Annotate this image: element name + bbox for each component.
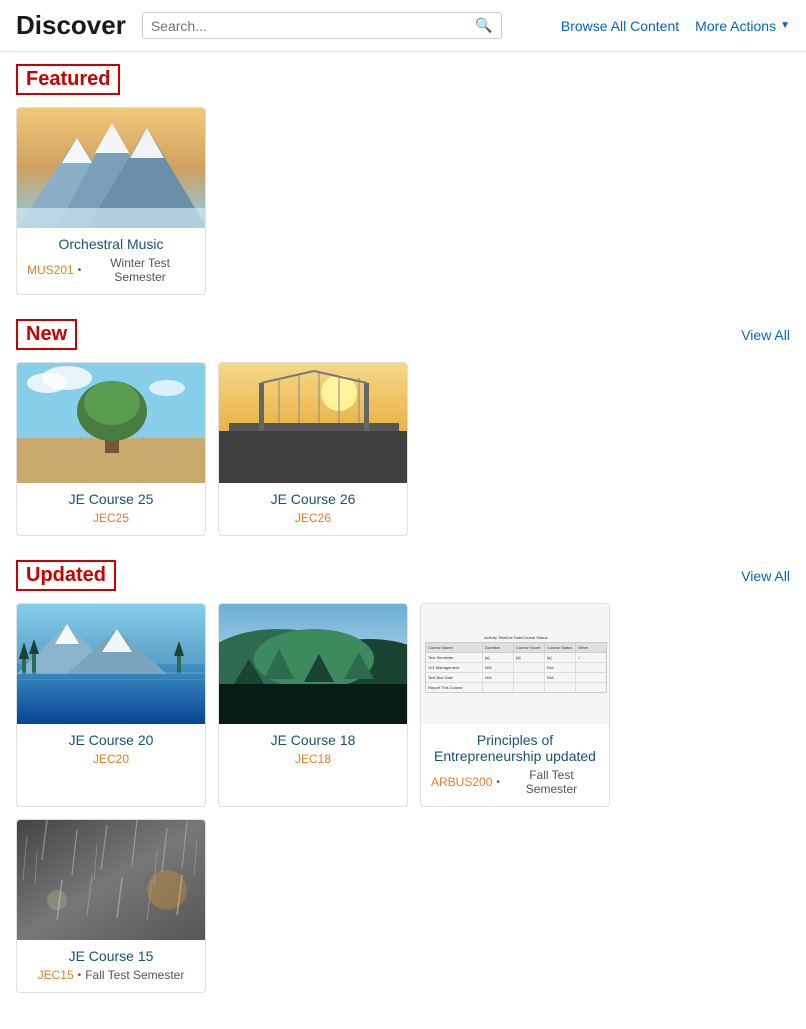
- card-semester-je15: Fall Test Semester: [85, 968, 184, 982]
- new-title: New: [16, 319, 77, 350]
- rain-image: [17, 820, 206, 940]
- card-image-je18: [219, 604, 408, 724]
- tree-image: [17, 363, 206, 483]
- card-code-je15: JEC15: [38, 968, 74, 982]
- card-info-je15: JE Course 15 JEC15 • Fall Test Semester: [17, 940, 205, 992]
- meta-dot: •: [78, 970, 82, 981]
- updated-section-header: Updated View All: [16, 560, 790, 591]
- card-meta-orchestral-music: MUS201 • Winter Test Semester: [27, 256, 195, 284]
- card-title-je25: JE Course 25: [27, 491, 195, 507]
- card-je-course-25[interactable]: JE Course 25 JEC25: [16, 362, 206, 536]
- card-title-je20: JE Course 20: [27, 732, 195, 748]
- updated-view-all-link[interactable]: View All: [741, 568, 790, 584]
- card-meta-je26: JEC26: [229, 511, 397, 525]
- new-cards-row: JE Course 25 JEC25: [16, 362, 790, 536]
- card-code-principles: ARBUS200: [431, 775, 492, 789]
- meta-dot: •: [78, 265, 82, 276]
- card-title-orchestral-music: Orchestral Music: [27, 236, 195, 252]
- chevron-down-icon: ▼: [780, 20, 790, 31]
- card-info-orchestral-music: Orchestral Music MUS201 • Winter Test Se…: [17, 228, 205, 294]
- new-section: New View All: [16, 319, 790, 536]
- card-info-je18: JE Course 18 JEC18: [219, 724, 407, 776]
- card-info-je20: JE Course 20 JEC20: [17, 724, 205, 776]
- card-title-principles: Principles of Entrepreneurship updated: [431, 732, 599, 764]
- new-view-all-link[interactable]: View All: [741, 327, 790, 343]
- card-je-course-26[interactable]: JE Course 26 JEC26: [218, 362, 408, 536]
- updated-cards-row: JE Course 20 JEC20: [16, 603, 790, 993]
- card-code-je20: JEC20: [93, 752, 129, 766]
- card-code-je25: JEC25: [93, 511, 129, 525]
- card-je-course-15[interactable]: JE Course 15 JEC15 • Fall Test Semester: [16, 819, 206, 993]
- card-code-orchestral-music: MUS201: [27, 263, 74, 277]
- table-screenshot: Activity TitleDue DateCourse Status Cour…: [421, 604, 610, 724]
- card-image-je20: [17, 604, 206, 724]
- card-orchestral-music[interactable]: Orchestral Music MUS201 • Winter Test Se…: [16, 107, 206, 295]
- card-info-je25: JE Course 25 JEC25: [17, 483, 205, 535]
- page-header: Discover 🔍 Browse All Content More Actio…: [0, 0, 806, 52]
- card-info-principles: Principles of Entrepreneurship updated A…: [421, 724, 609, 806]
- header-links: Browse All Content More Actions ▼: [561, 18, 790, 34]
- card-meta-je18: JEC18: [229, 752, 397, 766]
- card-meta-je25: JEC25: [27, 511, 195, 525]
- card-semester-principles: Fall Test Semester: [504, 768, 599, 796]
- featured-cards-row: Orchestral Music MUS201 • Winter Test Se…: [16, 107, 790, 295]
- bridge-image: [219, 363, 408, 483]
- card-code-je18: JEC18: [295, 752, 331, 766]
- updated-section: Updated View All: [16, 560, 790, 993]
- card-principles-entrepreneurship[interactable]: Activity TitleDue DateCourse Status Cour…: [420, 603, 610, 807]
- card-je-course-20[interactable]: JE Course 20 JEC20: [16, 603, 206, 807]
- card-image-je26: [219, 363, 408, 483]
- card-image-je15: [17, 820, 206, 940]
- browse-all-link[interactable]: Browse All Content: [561, 18, 679, 34]
- mountain-image: [17, 108, 206, 228]
- card-image-orchestral-music: [17, 108, 206, 228]
- card-meta-je20: JEC20: [27, 752, 195, 766]
- new-section-header: New View All: [16, 319, 790, 350]
- search-icon: 🔍: [475, 17, 492, 34]
- card-title-je26: JE Course 26: [229, 491, 397, 507]
- card-code-je26: JEC26: [295, 511, 331, 525]
- card-je-course-18[interactable]: JE Course 18 JEC18: [218, 603, 408, 807]
- featured-section-header: Featured: [16, 64, 790, 95]
- card-semester-orchestral-music: Winter Test Semester: [85, 256, 195, 284]
- search-bar[interactable]: 🔍: [142, 12, 502, 39]
- card-image-principles: Activity TitleDue DateCourse Status Cour…: [421, 604, 610, 724]
- page-title: Discover: [16, 10, 126, 41]
- updated-title: Updated: [16, 560, 116, 591]
- card-title-je18: JE Course 18: [229, 732, 397, 748]
- search-input[interactable]: [151, 18, 476, 34]
- card-title-je15: JE Course 15: [27, 948, 195, 964]
- featured-title: Featured: [16, 64, 120, 95]
- more-actions-button[interactable]: More Actions ▼: [695, 18, 790, 34]
- card-meta-principles: ARBUS200 • Fall Test Semester: [431, 768, 599, 796]
- meta-dot: •: [496, 777, 500, 788]
- lake-image: [17, 604, 206, 724]
- card-meta-je15: JEC15 • Fall Test Semester: [27, 968, 195, 982]
- card-info-je26: JE Course 26 JEC26: [219, 483, 407, 535]
- card-image-je25: [17, 363, 206, 483]
- forest-image: [219, 604, 408, 724]
- featured-section: Featured: [16, 64, 790, 295]
- main-content: Featured: [0, 52, 806, 1029]
